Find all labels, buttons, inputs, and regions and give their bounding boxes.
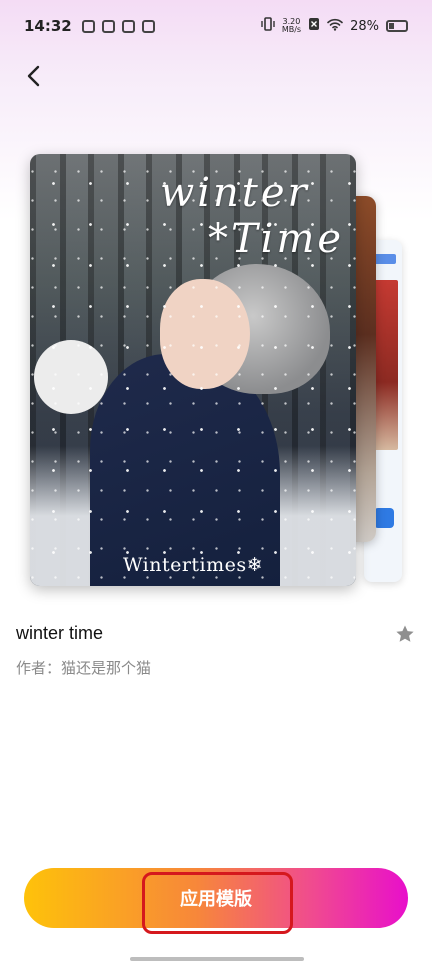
wifi-icon [327, 18, 343, 35]
card-title-line2: *Time [208, 216, 345, 262]
apply-template-button[interactable]: 应用模版 [24, 868, 408, 928]
star-icon [396, 625, 414, 642]
mail-icon [121, 19, 135, 33]
battery-icon [386, 20, 408, 32]
network-speed: 3.20 MB/s [281, 17, 302, 34]
template-author: 作者：猫还是那个猫 [16, 659, 152, 677]
vibrate-icon [261, 17, 275, 35]
battery-level: 28% [350, 18, 379, 34]
template-title: winter time [16, 623, 104, 643]
back-button[interactable] [18, 60, 50, 92]
card-title-line1: winter [160, 170, 310, 216]
favorite-button[interactable] [394, 623, 416, 645]
sim-off-icon [308, 17, 320, 35]
template-card-current[interactable]: winter *Time Wintertimes❄ [30, 154, 356, 586]
card-title-art: winter *Time [160, 170, 350, 262]
status-bar: 14:32 3.20 MB/s 28% [0, 0, 432, 52]
preview-upload-icon [374, 508, 394, 528]
status-time: 14:32 [24, 17, 72, 35]
app-notification-icon [101, 19, 115, 33]
system-icons: 3.20 MB/s 28% [261, 17, 408, 35]
notification-icons [81, 19, 155, 33]
card-caption: Wintertimes❄ [122, 554, 264, 576]
calendar-icon [81, 19, 95, 33]
home-indicator[interactable] [130, 957, 304, 961]
message-icon [141, 19, 155, 33]
apply-template-label: 应用模版 [180, 889, 252, 910]
chevron-left-icon [27, 65, 40, 87]
template-carousel[interactable]: winter *Time Wintertimes❄ [0, 150, 432, 610]
